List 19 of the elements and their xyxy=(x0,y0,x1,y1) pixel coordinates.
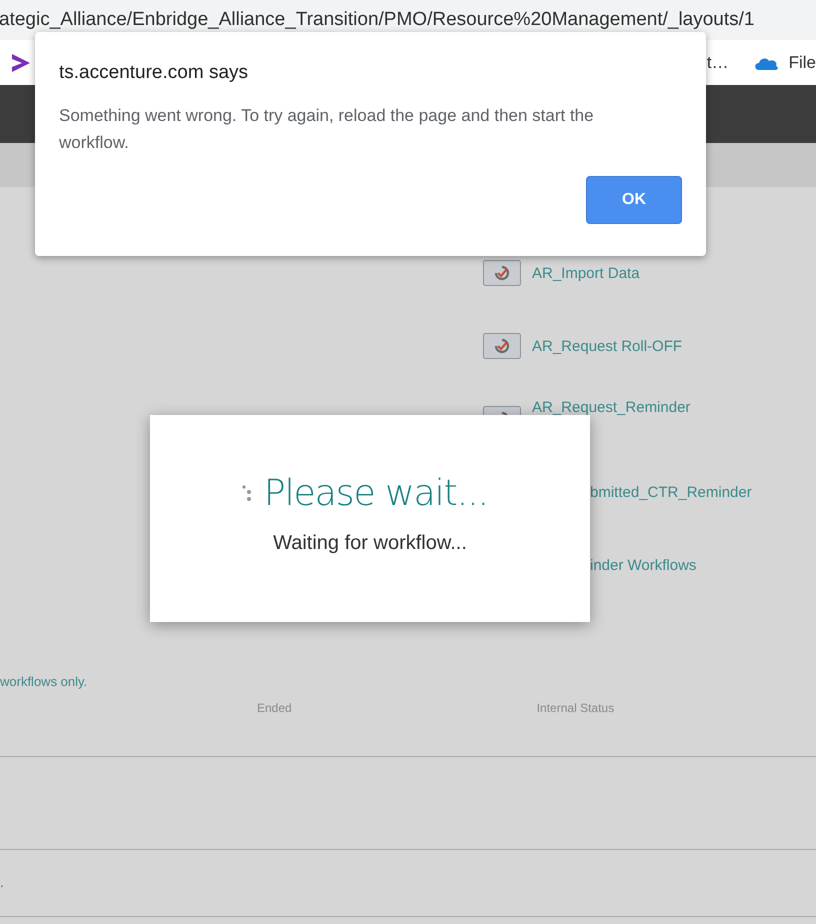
dialog-title: ts.accenture.com says xyxy=(59,62,248,84)
bookmark-link[interactable]: File xyxy=(788,52,816,72)
workflow-link[interactable]: AR_Request_Reminder xyxy=(532,398,690,416)
column-header: Ended xyxy=(257,701,292,716)
wait-title: Please wait... xyxy=(264,473,488,514)
workflow-link[interactable]: inder Workflows xyxy=(590,556,696,574)
dialog-message: Something went wrong. To try again, reload the page and then start the workflow. xyxy=(59,105,595,154)
workflow-link[interactable]: AR_Import Data xyxy=(532,264,640,282)
workflow-icon[interactable] xyxy=(483,260,521,286)
table-cell: . xyxy=(0,876,4,890)
wait-message: Waiting for workflow... xyxy=(273,532,467,555)
workflow-link[interactable]: AR_Request Roll-OFF xyxy=(532,338,682,354)
ok-button[interactable]: OK xyxy=(586,176,682,224)
bookmark-link[interactable]: t… xyxy=(706,52,729,72)
info-link[interactable]: workflows only. xyxy=(0,674,88,689)
workflow-link[interactable]: bmitted_CTR_Reminder xyxy=(590,484,752,500)
workflow-icon[interactable] xyxy=(483,333,521,359)
spinner-icon xyxy=(242,484,252,504)
column-header: Internal Status xyxy=(536,701,614,716)
